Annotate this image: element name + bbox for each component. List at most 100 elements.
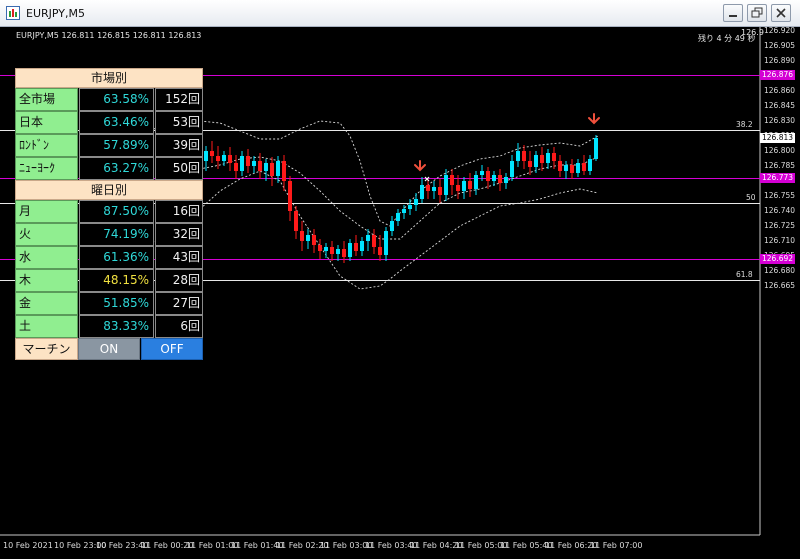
martin-on-button[interactable]: ON <box>78 338 140 360</box>
candle-body <box>462 181 466 191</box>
candle-body <box>240 156 244 171</box>
candle-body <box>294 211 298 231</box>
down-arrow-icon <box>588 113 600 125</box>
candle-body <box>558 161 562 171</box>
price-axis-label: 126.680 <box>764 266 796 275</box>
time-axis-label: 10 Feb 2021 <box>3 541 53 550</box>
candle-body <box>534 155 538 167</box>
day-count: 28回 <box>155 269 203 292</box>
market-winrate: 63.46% <box>79 111 154 134</box>
candle-body <box>552 153 556 161</box>
price-axis-label: 126.725 <box>764 221 796 230</box>
candle-body <box>588 159 592 171</box>
candle-body <box>252 161 256 166</box>
day-winrate: 87.50% <box>79 200 154 223</box>
day-count: 6回 <box>155 315 203 338</box>
fibo-level-label: 38.2 <box>736 120 753 129</box>
candle-body <box>246 156 250 166</box>
candle-body <box>438 187 442 195</box>
day-name: 金 <box>15 292 78 315</box>
candle-body <box>582 163 586 171</box>
restore-icon <box>751 7 763 18</box>
day-name: 水 <box>15 246 78 269</box>
day-winrate: 48.15% <box>79 269 154 292</box>
candle-body <box>414 199 418 205</box>
candle-body <box>516 151 520 161</box>
candle-body <box>450 175 454 185</box>
candle-body <box>594 138 598 159</box>
candle-body <box>378 247 382 255</box>
candle-body <box>456 185 460 191</box>
martin-off-button[interactable]: OFF <box>141 338 203 360</box>
time-axis-label: 11 Feb 07:00 <box>590 541 643 550</box>
day-row: 木 48.15% 28回 <box>15 269 203 292</box>
market-name: ﾛﾝﾄﾞﾝ <box>15 134 78 157</box>
candle-body <box>306 235 310 241</box>
candle-body <box>444 175 448 195</box>
candle-body <box>372 235 376 247</box>
day-winrate: 74.19% <box>79 223 154 246</box>
price-axis-label: 126.755 <box>764 191 796 200</box>
candle-body <box>480 171 484 175</box>
close-button[interactable] <box>771 4 791 22</box>
market-winrate: 63.27% <box>79 157 154 180</box>
countdown-price: 126.9 <box>741 28 764 37</box>
day-winrate: 83.33% <box>79 315 154 338</box>
price-axis-label: 126.920 <box>764 26 796 35</box>
price-axis-label: 126.800 <box>764 146 796 155</box>
candle-body <box>288 181 292 211</box>
window-titlebar: EURJPY,M5 <box>0 0 800 27</box>
candle-body <box>570 165 574 173</box>
minimize-button[interactable] <box>723 4 743 22</box>
candle-body <box>426 185 430 191</box>
day-count: 43回 <box>155 246 203 269</box>
candle-body <box>576 163 580 173</box>
candle-body <box>474 175 478 189</box>
candle-body <box>408 205 412 209</box>
day-row: 金 51.85% 27回 <box>15 292 203 315</box>
price-axis-label: 126.890 <box>764 56 796 65</box>
candle-body <box>354 243 358 251</box>
price-axis-label: 126.830 <box>764 116 796 125</box>
market-count: 53回 <box>155 111 203 134</box>
price-tag: 126.692 <box>760 254 796 264</box>
market-name: 全市場 <box>15 88 78 111</box>
chart-area[interactable]: EURJPY,M5 126.811 126.815 126.811 126.81… <box>0 26 800 559</box>
candle-body <box>264 163 268 171</box>
candle-body <box>546 153 550 163</box>
day-row: 火 74.19% 32回 <box>15 223 203 246</box>
price-axis-label: 126.665 <box>764 281 796 290</box>
candle-body <box>504 177 508 183</box>
market-row: ﾆｭｰﾖｰｸ 63.27% 50回 <box>15 157 203 180</box>
market-name: 日本 <box>15 111 78 134</box>
price-tag: 126.813 <box>760 133 796 143</box>
candle-body <box>216 156 220 161</box>
martin-row: マーチン ON OFF <box>15 338 203 360</box>
market-winrate: 63.58% <box>79 88 154 111</box>
restore-button[interactable] <box>747 4 767 22</box>
candle-body <box>420 185 424 199</box>
day-name: 土 <box>15 315 78 338</box>
candle-body <box>234 163 238 171</box>
candle-body <box>324 247 328 251</box>
fibo-level-label: 61.8 <box>736 270 753 279</box>
martin-label: マーチン <box>15 338 78 360</box>
market-count: 50回 <box>155 157 203 180</box>
down-arrow-icon <box>414 160 426 172</box>
price-tag: 126.773 <box>760 173 796 183</box>
market-row: ﾛﾝﾄﾞﾝ 57.89% 39回 <box>15 134 203 157</box>
price-axis-label: 126.845 <box>764 101 796 110</box>
price-axis-label: 126.860 <box>764 86 796 95</box>
candle-body <box>468 181 472 189</box>
day-row: 水 61.36% 43回 <box>15 246 203 269</box>
day-name: 火 <box>15 223 78 246</box>
day-winrate: 61.36% <box>79 246 154 269</box>
candle-body <box>336 249 340 254</box>
candle-body <box>384 231 388 255</box>
market-count: 152回 <box>155 88 203 111</box>
day-row: 月 87.50% 16回 <box>15 200 203 223</box>
day-name: 木 <box>15 269 78 292</box>
candle-body <box>528 161 532 167</box>
day-row: 土 83.33% 6回 <box>15 315 203 338</box>
price-axis-label: 126.905 <box>764 41 796 50</box>
